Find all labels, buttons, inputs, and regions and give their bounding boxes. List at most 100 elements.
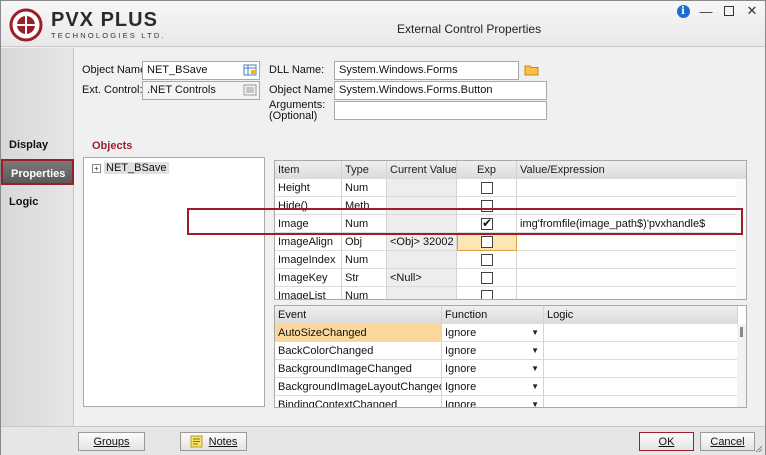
function-dropdown[interactable]: Ignore ▼ — [442, 396, 544, 408]
cell-value[interactable] — [517, 251, 746, 269]
ok-button-label: OK — [658, 435, 675, 448]
function-dropdown[interactable]: Ignore ▼ — [442, 378, 544, 396]
dropdown-arrow-icon[interactable]: ▼ — [531, 324, 539, 341]
resize-grip-icon[interactable] — [753, 443, 763, 453]
cell-logic[interactable] — [544, 396, 738, 407]
cell-current: <Null> — [387, 269, 457, 287]
expand-icon[interactable]: + — [92, 163, 101, 173]
exp-checkbox[interactable] — [481, 272, 493, 284]
object-name-label: Object Name: — [82, 64, 150, 76]
list-item[interactable]: AutoSizeChanged Ignore ▼ — [275, 324, 746, 342]
title-bar: PVX PLUS TECHNOLOGIES LTD. External Cont… — [1, 1, 765, 47]
object-properties-button[interactable] — [241, 61, 259, 79]
object-name2-label: Object Name: — [269, 84, 337, 96]
dropdown-arrow-icon[interactable]: ▼ — [531, 378, 539, 395]
tree-item[interactable]: + NET_BSave — [92, 162, 169, 174]
cell-logic[interactable] — [544, 378, 738, 396]
function-value: Ignore — [445, 381, 477, 393]
tab-properties[interactable]: Properties — [1, 159, 74, 185]
brand-subtitle: TECHNOLOGIES LTD. — [51, 31, 166, 40]
dropdown-arrow-icon[interactable]: ▼ — [531, 342, 539, 359]
cancel-button[interactable]: Cancel — [700, 432, 755, 451]
exp-checkbox[interactable] — [481, 216, 493, 230]
exp-checkbox[interactable] — [481, 182, 493, 194]
cell-current: <Obj> 32002 — [387, 233, 457, 251]
col-current-value: Current Value — [387, 161, 457, 179]
table-row[interactable]: ImageIndex Num — [275, 251, 746, 269]
cell-value[interactable] — [517, 179, 746, 197]
ext-control-button[interactable] — [241, 81, 259, 99]
table-row[interactable]: ImageAlign Obj <Obj> 32002 — [275, 233, 746, 251]
function-value: Ignore — [445, 399, 477, 408]
list-item[interactable]: BindingContextChanged Ignore ▼ — [275, 396, 746, 408]
main-panel: Object Name: NET_BSave Ext. Control: .NE… — [75, 48, 765, 426]
cell-value[interactable] — [517, 287, 746, 299]
list-item[interactable]: BackgroundImageLayoutChanged Ignore ▼ — [275, 378, 746, 396]
properties-header-row: Item Type Current Value Exp Value/Expres… — [275, 161, 746, 179]
table-row[interactable]: Hide() Meth — [275, 197, 746, 215]
cell-type: Obj — [342, 233, 387, 251]
cell-value[interactable] — [517, 233, 746, 251]
minimize-button[interactable]: — — [699, 4, 713, 19]
table-row[interactable]: Height Num — [275, 179, 746, 197]
cell-type: Num — [342, 251, 387, 269]
pvx-logo-icon — [9, 8, 43, 42]
ext-control-label: Ext. Control: — [82, 84, 143, 96]
events-header-row: Event Function Logic — [275, 306, 746, 324]
tab-logic[interactable]: Logic — [1, 189, 74, 215]
cell-logic[interactable] — [544, 324, 738, 342]
list-item[interactable]: BackgroundImageChanged Ignore ▼ — [275, 360, 746, 378]
cell-value[interactable] — [517, 197, 746, 215]
close-button[interactable]: ✕ — [745, 3, 759, 18]
table-row[interactable]: ImageKey Str <Null> — [275, 269, 746, 287]
function-value: Ignore — [445, 363, 477, 375]
function-dropdown[interactable]: Ignore ▼ — [442, 324, 544, 342]
exp-checkbox[interactable] — [481, 236, 493, 248]
window-title: External Control Properties — [397, 22, 542, 36]
cell-item: ImageIndex — [275, 251, 342, 269]
cell-type: Str — [342, 269, 387, 287]
brand-name: PVX PLUS — [51, 9, 158, 31]
properties-grid[interactable]: Item Type Current Value Exp Value/Expres… — [274, 160, 747, 300]
exp-checkbox[interactable] — [481, 290, 493, 299]
groups-button[interactable]: Groups — [78, 432, 145, 451]
cell-event: BackColorChanged — [275, 342, 442, 360]
events-grid[interactable]: Event Function Logic AutoSizeChanged Ign… — [274, 305, 747, 408]
arguments-field[interactable] — [334, 101, 547, 120]
scroll-thumb[interactable] — [740, 327, 743, 337]
dropdown-arrow-icon[interactable]: ▼ — [531, 360, 539, 377]
tab-display[interactable]: Display — [1, 132, 74, 158]
cell-item: Image — [275, 215, 342, 233]
events-scrollbar[interactable] — [737, 324, 746, 407]
left-tab-strip: Display Properties Logic — [1, 48, 74, 426]
object-name2-field[interactable]: System.Windows.Forms.Button — [334, 81, 547, 100]
cell-value[interactable] — [517, 269, 746, 287]
list-item[interactable]: BackColorChanged Ignore ▼ — [275, 342, 746, 360]
maximize-button[interactable] — [722, 4, 736, 18]
cell-type: Num — [342, 287, 387, 299]
cell-logic[interactable] — [544, 342, 738, 360]
cell-current — [387, 215, 457, 233]
note-icon — [190, 435, 203, 448]
cell-value[interactable]: img'fromfile(image_path$)'pvxhandle$ — [517, 215, 746, 233]
table-row[interactable]: Image Num img'fromfile(image_path$)'pvxh… — [275, 215, 746, 233]
cell-event: BackgroundImageChanged — [275, 360, 442, 378]
cell-logic[interactable] — [544, 360, 738, 378]
ok-button[interactable]: OK — [639, 432, 694, 451]
dll-name-field[interactable]: System.Windows.Forms — [334, 61, 519, 80]
browse-dll-button[interactable] — [523, 61, 541, 79]
objects-tree[interactable]: + NET_BSave — [83, 157, 265, 407]
function-dropdown[interactable]: Ignore ▼ — [442, 342, 544, 360]
properties-scrollbar[interactable] — [736, 179, 746, 299]
tree-item-label: NET_BSave — [104, 162, 169, 174]
info-icon: i — [676, 4, 690, 18]
dropdown-arrow-icon[interactable]: ▼ — [531, 396, 539, 407]
exp-checkbox[interactable] — [481, 200, 493, 212]
notes-button[interactable]: Notes — [180, 432, 247, 451]
col-value-expression: Value/Expression — [517, 161, 746, 179]
info-button[interactable]: i — [676, 4, 690, 18]
exp-checkbox[interactable] — [481, 254, 493, 266]
function-dropdown[interactable]: Ignore ▼ — [442, 360, 544, 378]
cell-type: Num — [342, 179, 387, 197]
table-row[interactable]: ImageList Num — [275, 287, 746, 299]
